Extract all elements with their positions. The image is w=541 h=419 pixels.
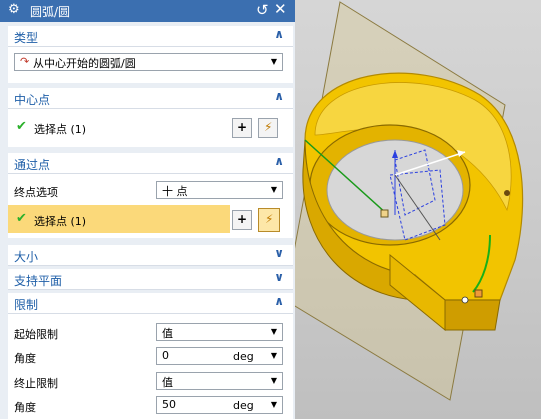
- section-through-label: 通过点: [14, 158, 51, 172]
- section-center-body: ✔ 选择点 (1) + ⚡: [8, 109, 293, 147]
- check-icon: ✔: [16, 119, 27, 134]
- center-select-point[interactable]: 选择点 (1): [34, 121, 86, 137]
- reset-icon[interactable]: ↺: [256, 1, 269, 19]
- point-constructor-icon: +: [237, 120, 248, 134]
- chevron-down-icon[interactable]: ▼: [271, 400, 277, 409]
- endpoint-option-label: 终点选项: [14, 186, 58, 199]
- section-size-label: 大小: [14, 250, 39, 264]
- chevron-down-icon[interactable]: ∨: [274, 270, 284, 284]
- dialog-title: 圆弧/圆: [30, 5, 71, 19]
- arc-circle-dialog: ⚙ 圆弧/圆 ↺ ✕ 类型 ∧ ↷ 从中心开始的圆弧/圆 ▼ 中心点 ∧ ✔ 选…: [0, 0, 295, 419]
- endpoint-option-dropdown[interactable]: 十 点 ▼: [156, 181, 283, 199]
- start-limit-value: 值: [162, 327, 173, 340]
- through-select-point[interactable]: 选择点 (1): [34, 213, 86, 229]
- end-limit-value: 值: [162, 376, 173, 389]
- check-icon: ✔: [16, 211, 27, 226]
- section-through-header[interactable]: 通过点 ∧: [8, 153, 293, 174]
- dialog-titlebar: ⚙ 圆弧/圆 ↺ ✕: [0, 0, 295, 22]
- chevron-down-icon: ▼: [270, 327, 277, 336]
- chevron-up-icon[interactable]: ∧: [274, 27, 284, 41]
- section-limits-label: 限制: [14, 298, 39, 312]
- chevron-down-icon: ▼: [270, 57, 277, 66]
- start-limit-dropdown[interactable]: 值 ▼: [156, 323, 283, 341]
- type-value: 从中心开始的圆弧/圆: [33, 57, 136, 70]
- section-limits-header[interactable]: 限制 ∧: [8, 293, 293, 314]
- end-limit-label: 终止限制: [14, 377, 58, 390]
- part-model: [295, 1, 524, 401]
- chevron-up-icon[interactable]: ∧: [274, 154, 284, 168]
- section-type-body: ↷ 从中心开始的圆弧/圆 ▼: [8, 47, 293, 83]
- endpoint-option-value: 十 点: [162, 185, 188, 198]
- section-limits-body: 起始限制 值 ▼ 角度 0 deg ▼ 终止限制 值 ▼ 角度 50 deg ▼: [8, 314, 293, 419]
- gear-icon[interactable]: ⚙: [8, 2, 20, 17]
- point-constructor-icon: +: [237, 212, 248, 226]
- start-angle-label: 角度: [14, 352, 36, 365]
- through-select-point-row[interactable]: ✔ 选择点 (1): [8, 205, 230, 233]
- chevron-down-icon[interactable]: ▼: [271, 351, 277, 360]
- start-limit-label: 起始限制: [14, 328, 58, 341]
- section-center-label: 中心点: [14, 93, 51, 107]
- section-type-header[interactable]: 类型 ∧: [8, 26, 293, 47]
- chevron-down-icon: ▼: [270, 376, 277, 385]
- start-angle-value: 0: [162, 349, 169, 362]
- section-center-header[interactable]: 中心点 ∧: [8, 88, 293, 109]
- start-angle-unit: deg: [233, 350, 254, 363]
- close-icon[interactable]: ✕: [274, 0, 287, 18]
- end-angle-input[interactable]: 50 deg ▼: [156, 396, 283, 414]
- lightning-icon: ⚡: [264, 120, 273, 134]
- start-angle-input[interactable]: 0 deg ▼: [156, 347, 283, 365]
- inferred-point-button[interactable]: ⚡: [258, 118, 278, 138]
- inferred-point-button[interactable]: ⚡: [258, 208, 280, 232]
- point-dialog-button[interactable]: +: [232, 118, 252, 138]
- graphics-viewport[interactable]: [295, 0, 541, 419]
- type-dropdown[interactable]: ↷ 从中心开始的圆弧/圆 ▼: [14, 53, 283, 71]
- section-support-plane-label: 支持平面: [14, 274, 63, 288]
- point-dialog-button[interactable]: +: [232, 210, 252, 230]
- chevron-up-icon[interactable]: ∧: [274, 89, 284, 103]
- section-size-header[interactable]: 大小 ∨: [8, 245, 293, 266]
- end-limit-dropdown[interactable]: 值 ▼: [156, 372, 283, 390]
- section-support-plane-header[interactable]: 支持平面 ∨: [8, 269, 293, 290]
- section-type-label: 类型: [14, 31, 39, 45]
- chevron-up-icon[interactable]: ∧: [274, 294, 284, 308]
- lightning-icon: ⚡: [265, 212, 274, 226]
- end-angle-value: 50: [162, 398, 176, 411]
- arc-type-icon: ↷: [20, 55, 30, 68]
- end-angle-unit: deg: [233, 399, 254, 412]
- end-angle-label: 角度: [14, 401, 36, 414]
- chevron-down-icon: ▼: [270, 185, 277, 194]
- chevron-down-icon[interactable]: ∨: [274, 246, 284, 260]
